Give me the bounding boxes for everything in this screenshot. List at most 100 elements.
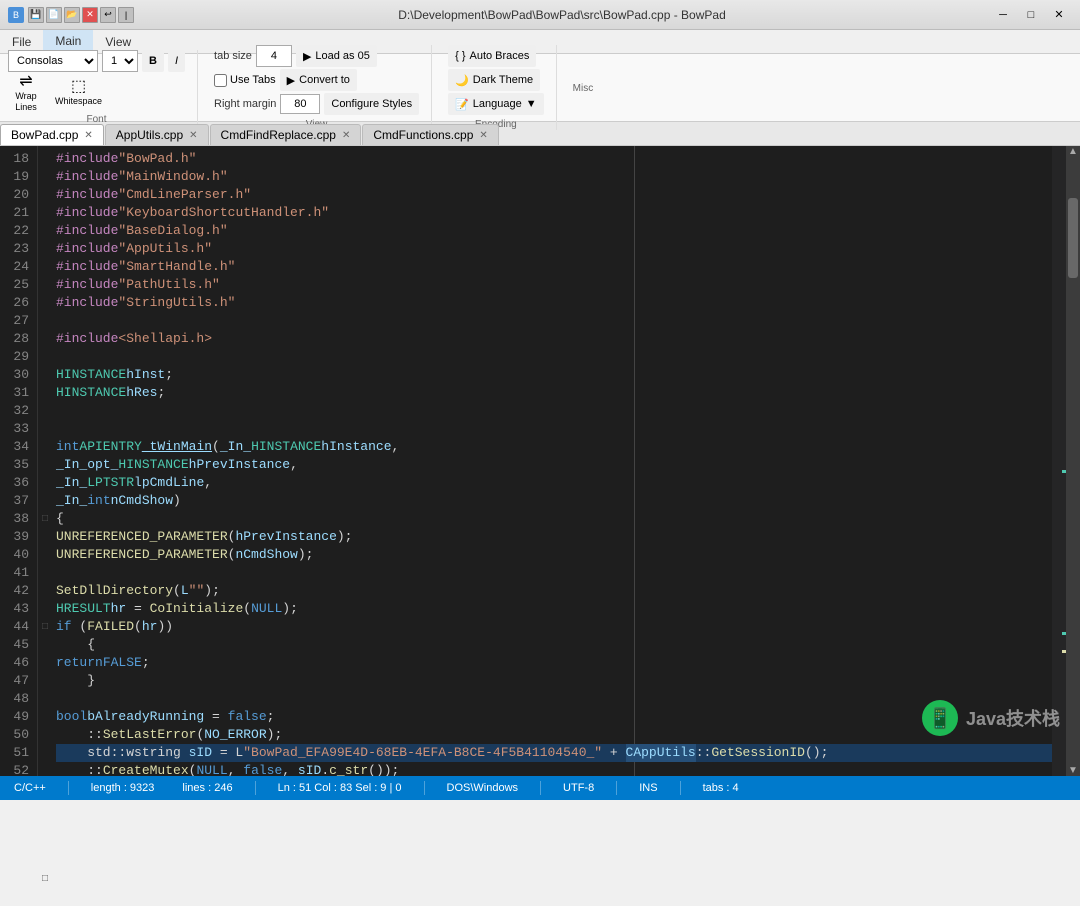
- use-tabs-checkbox[interactable]: [214, 74, 227, 87]
- code-content[interactable]: #include "BowPad.h" #include "MainWindow…: [52, 146, 1052, 776]
- ribbon-enc-row2: 🌙 Dark Theme: [448, 69, 540, 91]
- code-line-46: return FALSE;: [56, 654, 1052, 672]
- maximize-button[interactable]: □: [1018, 5, 1044, 25]
- code-line-31: HINSTANCE hRes;: [56, 384, 1052, 402]
- ribbon-enc-row1: { } Auto Braces: [448, 45, 536, 67]
- watermark: 📱 Java技术栈: [922, 700, 1060, 736]
- tab-apputils-cpp[interactable]: AppUtils.cpp ✕: [105, 124, 209, 145]
- whitespace-button[interactable]: ⬚ Whitespace: [48, 74, 109, 110]
- tool-new[interactable]: 📄: [46, 7, 62, 23]
- italic-button[interactable]: I: [168, 50, 185, 72]
- ribbon-view-row2: Use Tabs ▶ Convert to: [214, 69, 357, 91]
- tab-cmdfindreplace-cpp[interactable]: CmdFindReplace.cpp ✕: [210, 124, 362, 145]
- theme-icon: 🌙: [455, 74, 469, 87]
- titlebar: B 💾 📄 📂 ✕ ↩ | D:\Development\BowPad\BowP…: [0, 0, 1080, 30]
- convert-to-button[interactable]: ▶ Convert to: [280, 69, 357, 91]
- fold-45[interactable]: □: [38, 618, 52, 636]
- code-editor[interactable]: #include "BowPad.h" #include "MainWindow…: [52, 146, 1080, 776]
- minimize-button[interactable]: ─: [990, 5, 1016, 25]
- tool-undo[interactable]: ↩: [100, 7, 116, 23]
- status-sep-1: [68, 781, 69, 795]
- code-line-19: #include "MainWindow.h": [56, 168, 1052, 186]
- right-margin-label: Right margin: [214, 98, 276, 110]
- code-line-51: std::wstring sID = L"BowPad_EFA99E4D-68E…: [56, 744, 1052, 762]
- titlebar-left: B 💾 📄 📂 ✕ ↩ |: [8, 7, 134, 23]
- scrollbar-thumb[interactable]: [1068, 198, 1078, 278]
- tab-bowpad-cpp-label: BowPad.cpp: [11, 128, 78, 142]
- code-line-38: {: [56, 510, 1052, 528]
- code-line-45: {: [56, 636, 1052, 654]
- code-line-30: HINSTANCE hInst;: [56, 366, 1052, 384]
- ribbon-view-row1: tab size ▶ Load as 05: [214, 45, 377, 67]
- status-sep-5: [616, 781, 617, 795]
- auto-braces-button[interactable]: { } Auto Braces: [448, 45, 536, 67]
- code-line-50: ::SetLastError(NO_ERROR);: [56, 726, 1052, 744]
- code-line-52: ::CreateMutex(NULL, false, sID.c_str());: [56, 762, 1052, 776]
- tab-apputils-cpp-label: AppUtils.cpp: [116, 128, 183, 142]
- right-marker-2: [1062, 632, 1066, 635]
- code-line-47: }: [56, 672, 1052, 690]
- right-gutter: [1052, 146, 1066, 776]
- font-size-dropdown[interactable]: 10: [102, 50, 138, 72]
- status-sep-4: [540, 781, 541, 795]
- code-line-33: [56, 420, 1052, 438]
- scroll-down-btn[interactable]: ▼: [1068, 765, 1078, 776]
- tab-bowpad-cpp-close[interactable]: ✕: [84, 130, 92, 141]
- tab-cmdfindreplace-cpp-close[interactable]: ✕: [342, 130, 350, 141]
- scrollbar-vertical[interactable]: ▲ ▼: [1066, 146, 1080, 776]
- status-sep-6: [680, 781, 681, 795]
- bold-button[interactable]: B: [142, 50, 164, 72]
- ribbon-font-group: Consolas 10 B I ⇌ WrapLines ⬚ Whitespace…: [8, 50, 198, 125]
- code-line-42: SetDllDirectory(L"");: [56, 582, 1052, 600]
- tool-sep: |: [118, 7, 134, 23]
- tab-cmdfunctions-cpp-close[interactable]: ✕: [479, 130, 487, 141]
- ribbon-font-controls: Consolas 10 B I: [8, 50, 185, 72]
- tab-apputils-cpp-close[interactable]: ✕: [189, 130, 197, 141]
- tab-bowpad-cpp[interactable]: BowPad.cpp ✕: [0, 124, 104, 145]
- status-sep-2: [255, 781, 256, 795]
- scroll-up-btn[interactable]: ▲: [1068, 146, 1078, 158]
- titlebar-tools: 💾 📄 📂 ✕ ↩ |: [28, 7, 134, 23]
- window-controls: ─ □ ✕: [990, 5, 1072, 25]
- window-title: D:\Development\BowPad\BowPad\src\BowPad.…: [134, 8, 990, 22]
- code-line-43: HRESULT hr = CoInitialize(NULL);: [56, 600, 1052, 618]
- load-as-button[interactable]: ▶ Load as 05: [296, 45, 377, 67]
- tool-close[interactable]: ✕: [82, 7, 98, 23]
- code-line-40: UNREFERENCED_PARAMETER(nCmdShow);: [56, 546, 1052, 564]
- tab-cmdfunctions-cpp-label: CmdFunctions.cpp: [373, 128, 473, 142]
- right-marker-1: [1062, 470, 1066, 473]
- close-button[interactable]: ✕: [1046, 5, 1072, 25]
- language-button[interactable]: 📝 Language ▼: [448, 93, 544, 115]
- status-ins: INS: [633, 782, 663, 794]
- status-encoding: UTF-8: [557, 782, 600, 794]
- font-dropdown[interactable]: Consolas: [8, 50, 98, 72]
- use-tabs-checkbox-label[interactable]: Use Tabs: [214, 74, 276, 87]
- app-icon: B: [8, 7, 24, 23]
- code-line-44: if (FAILED(hr)): [56, 618, 1052, 636]
- tab-cmdfunctions-cpp[interactable]: CmdFunctions.cpp ✕: [362, 124, 498, 145]
- code-line-34: int APIENTRY _tWinMain(_In_ HINSTANCE hI…: [56, 438, 1052, 456]
- code-line-24: #include "SmartHandle.h": [56, 258, 1052, 276]
- tool-open[interactable]: 📂: [64, 7, 80, 23]
- configure-styles-button[interactable]: Configure Styles: [324, 93, 419, 115]
- code-line-26: #include "StringUtils.h": [56, 294, 1052, 312]
- tab-size-label: tab size: [214, 50, 252, 62]
- code-line-22: #include "BaseDialog.h": [56, 222, 1052, 240]
- fold-60[interactable]: □: [38, 870, 52, 888]
- code-line-49: bool bAlreadyRunning = false;: [56, 708, 1052, 726]
- watermark-icon: 📱: [922, 700, 958, 736]
- code-line-21: #include "KeyboardShortcutHandler.h": [56, 204, 1052, 222]
- code-line-32: [56, 402, 1052, 420]
- statusbar: C/C++ length : 9323 lines : 246 Ln : 51 …: [0, 776, 1080, 800]
- wrap-lines-button[interactable]: ⇌ WrapLines: [8, 74, 44, 110]
- dark-theme-button[interactable]: 🌙 Dark Theme: [448, 69, 540, 91]
- tool-save[interactable]: 💾: [28, 7, 44, 23]
- fold-38[interactable]: □: [38, 510, 52, 528]
- tab-size-input[interactable]: [256, 45, 292, 67]
- status-lines: lines : 246: [176, 782, 238, 794]
- right-margin-input[interactable]: [280, 94, 320, 114]
- code-line-28: #include <Shellapi.h>: [56, 330, 1052, 348]
- code-line-48: [56, 690, 1052, 708]
- code-line-23: #include "AppUtils.h": [56, 240, 1052, 258]
- convert-icon: ▶: [287, 74, 295, 87]
